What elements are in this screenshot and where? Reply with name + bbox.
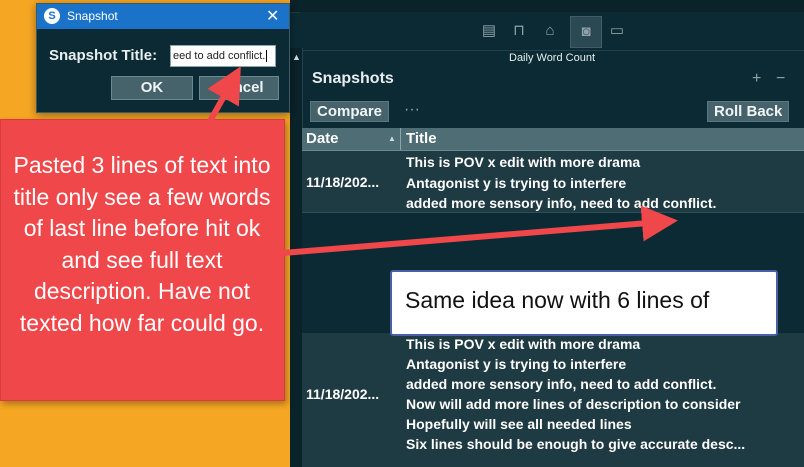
arrow-to-input	[202, 66, 241, 132]
annotation-arrows	[202, 66, 678, 256]
arrow-to-row	[282, 205, 678, 256]
